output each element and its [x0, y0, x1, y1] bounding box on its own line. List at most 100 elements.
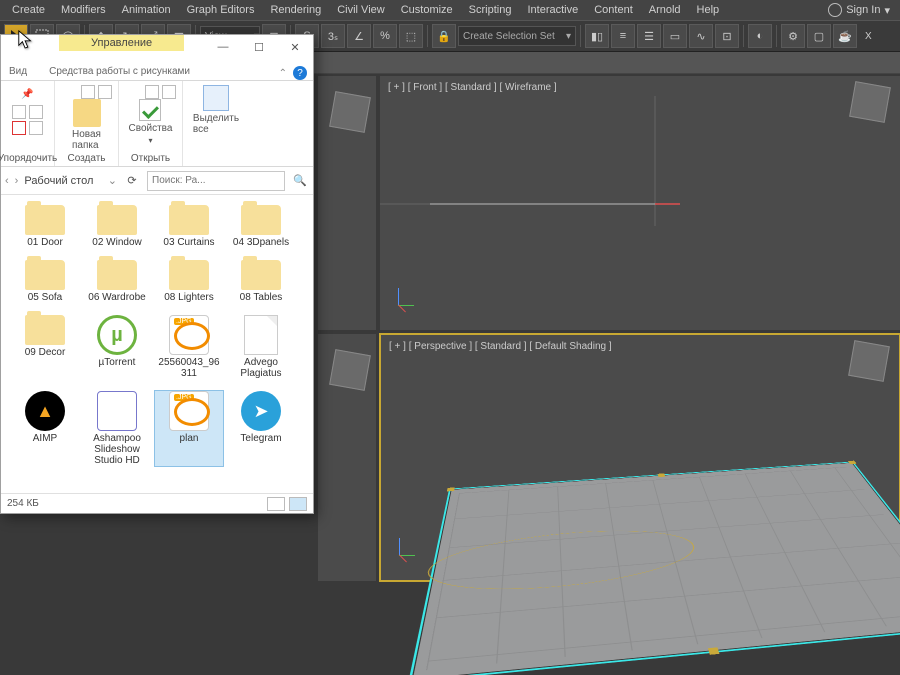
file-item[interactable]: µTorrent — [83, 315, 151, 379]
menu-modifiers[interactable]: Modifiers — [53, 4, 114, 16]
icons-view-button[interactable] — [289, 497, 307, 511]
rotate-gizmo-icon[interactable] — [420, 521, 714, 602]
file-item[interactable]: 08 Tables — [227, 260, 295, 303]
viewport-top-left[interactable] — [318, 76, 376, 330]
file-item[interactable]: 04 3Dpanels — [227, 205, 295, 248]
viewport-perspective[interactable]: [ + ] [ Perspective ] [ Standard ] [ Def… — [380, 334, 900, 581]
viewport-perspective-label[interactable]: [ + ] [ Perspective ] [ Standard ] [ Def… — [389, 341, 612, 352]
spinner-snap-button[interactable]: ⬚ — [399, 24, 423, 48]
material-editor-button[interactable]: ◐ — [748, 24, 772, 48]
render-frame-button[interactable]: ▢ — [807, 24, 831, 48]
select-all-button[interactable]: Выделить все — [193, 85, 239, 135]
render-setup-button[interactable]: ⚙ — [781, 24, 805, 48]
tab-view[interactable]: Вид — [3, 63, 33, 80]
mirror-button[interactable]: ▮▯ — [585, 24, 609, 48]
file-item[interactable]: Ashampoo Slideshow Studio HD — [83, 391, 151, 466]
select-all-icon — [203, 85, 229, 111]
menu-customize[interactable]: Customize — [393, 4, 461, 16]
properties-button[interactable]: Свойства▾ — [129, 99, 173, 145]
file-name: Advego Plagiatus — [228, 357, 294, 379]
menu-animation[interactable]: Animation — [114, 4, 179, 16]
file-name: 03 Curtains — [163, 237, 214, 248]
menu-graph-editors[interactable]: Graph Editors — [179, 4, 263, 16]
file-item[interactable]: Telegram — [227, 391, 295, 466]
corner-handle[interactable] — [447, 487, 455, 491]
explorer-context-tab[interactable]: Управление — [59, 35, 184, 51]
minimize-button[interactable]: — — [205, 35, 241, 59]
menu-civil-view[interactable]: Civil View — [329, 4, 392, 16]
edge-handle[interactable] — [708, 647, 719, 654]
schematic-view-button[interactable]: ⊡ — [715, 24, 739, 48]
curve-editor-button[interactable]: ∿ — [689, 24, 713, 48]
file-name: 08 Tables — [240, 292, 283, 303]
file-item[interactable]: AIMP — [11, 391, 79, 466]
pin-icon[interactable]: 📌 — [19, 85, 37, 103]
align-button[interactable]: ≡ — [611, 24, 635, 48]
file-item[interactable]: 01 Door — [11, 205, 79, 248]
ribbon-group-open: Открыть — [131, 151, 170, 166]
viewcube-icon[interactable] — [329, 349, 371, 391]
search-input[interactable] — [147, 171, 285, 191]
viewcube-icon[interactable] — [849, 81, 891, 123]
viewport-front[interactable]: [ + ] [ Front ] [ Standard ] [ Wireframe… — [380, 76, 900, 330]
ribbon-group-organize: Упорядочить — [0, 151, 57, 166]
sign-in-button[interactable]: Sign In ▾ — [828, 3, 900, 17]
menu-arnold[interactable]: Arnold — [641, 4, 689, 16]
details-view-button[interactable] — [267, 497, 285, 511]
new-folder-button[interactable]: Новая папка — [72, 99, 101, 151]
tab-picture-tools[interactable]: Средства работы с рисунками — [43, 63, 196, 80]
search-icon[interactable]: 🔍 — [291, 174, 309, 187]
selection-set-dropdown[interactable]: Create Selection Set▾ — [458, 26, 576, 46]
snap-toggle-3-button[interactable]: 3ₛ — [321, 24, 345, 48]
file-item[interactable]: 08 Lighters — [155, 260, 223, 303]
paste-icon[interactable] — [29, 105, 43, 119]
refresh-button[interactable]: ⟳ — [123, 172, 141, 190]
maximize-button[interactable]: ☐ — [241, 35, 277, 59]
menu-help[interactable]: Help — [689, 4, 728, 16]
file-item[interactable]: 02 Window — [83, 205, 151, 248]
layer-explorer-button[interactable]: ☰ — [637, 24, 661, 48]
named-sel-lock-button[interactable]: 🔒 — [432, 24, 456, 48]
angle-snap-button[interactable]: ∠ — [347, 24, 371, 48]
file-item[interactable]: Advego Plagiatus — [227, 315, 295, 379]
rename-icon[interactable] — [29, 121, 43, 135]
open-with-icon[interactable] — [145, 85, 159, 99]
menu-rendering[interactable]: Rendering — [262, 4, 329, 16]
close-button[interactable]: ✕ — [277, 35, 313, 59]
edge-handle[interactable] — [658, 473, 666, 477]
cut-icon[interactable] — [12, 121, 26, 135]
percent-snap-button[interactable]: % — [373, 24, 397, 48]
new-item-icon[interactable] — [81, 85, 95, 99]
breadcrumb-root[interactable]: › — [15, 175, 19, 187]
viewport-bottom-left[interactable] — [318, 334, 376, 581]
viewcube-icon[interactable] — [329, 91, 371, 133]
breadcrumb-expand-icon[interactable]: ⌄ — [108, 174, 117, 187]
edit-icon[interactable] — [162, 85, 176, 99]
menu-content[interactable]: Content — [586, 4, 641, 16]
jpg-file-icon — [169, 315, 209, 355]
explorer-titlebar[interactable]: Управление — ☐ ✕ — [1, 35, 313, 59]
file-item[interactable]: 05 Sofa — [11, 260, 79, 303]
menu-create[interactable]: Create — [4, 4, 53, 16]
easy-access-icon[interactable] — [98, 85, 112, 99]
breadcrumb-desktop[interactable]: Рабочий стол — [24, 175, 93, 187]
copy-icon[interactable] — [12, 105, 26, 119]
file-item[interactable]: 25560043_96311 — [155, 315, 223, 379]
axis-gizmo-icon — [393, 538, 421, 566]
back-button[interactable]: ‹ — [5, 175, 9, 187]
file-name: Ashampoo Slideshow Studio HD — [84, 433, 150, 466]
file-item[interactable]: 09 Decor — [11, 315, 79, 379]
corner-handle[interactable] — [848, 461, 857, 464]
folder-icon — [25, 205, 65, 235]
file-item[interactable]: 06 Wardrobe — [83, 260, 151, 303]
menu-interactive[interactable]: Interactive — [519, 4, 586, 16]
folder-icon — [169, 260, 209, 290]
file-item[interactable]: plan — [155, 391, 223, 466]
file-item[interactable]: 03 Curtains — [155, 205, 223, 248]
floorplan-plane[interactable] — [408, 462, 900, 675]
menu-scripting[interactable]: Scripting — [461, 4, 520, 16]
ribbon-expand-icon[interactable]: ⌃ — [279, 68, 287, 79]
render-button[interactable]: ☕ — [833, 24, 857, 48]
toggle-ribbon-button[interactable]: ▭ — [663, 24, 687, 48]
help-icon[interactable]: ? — [293, 66, 307, 80]
